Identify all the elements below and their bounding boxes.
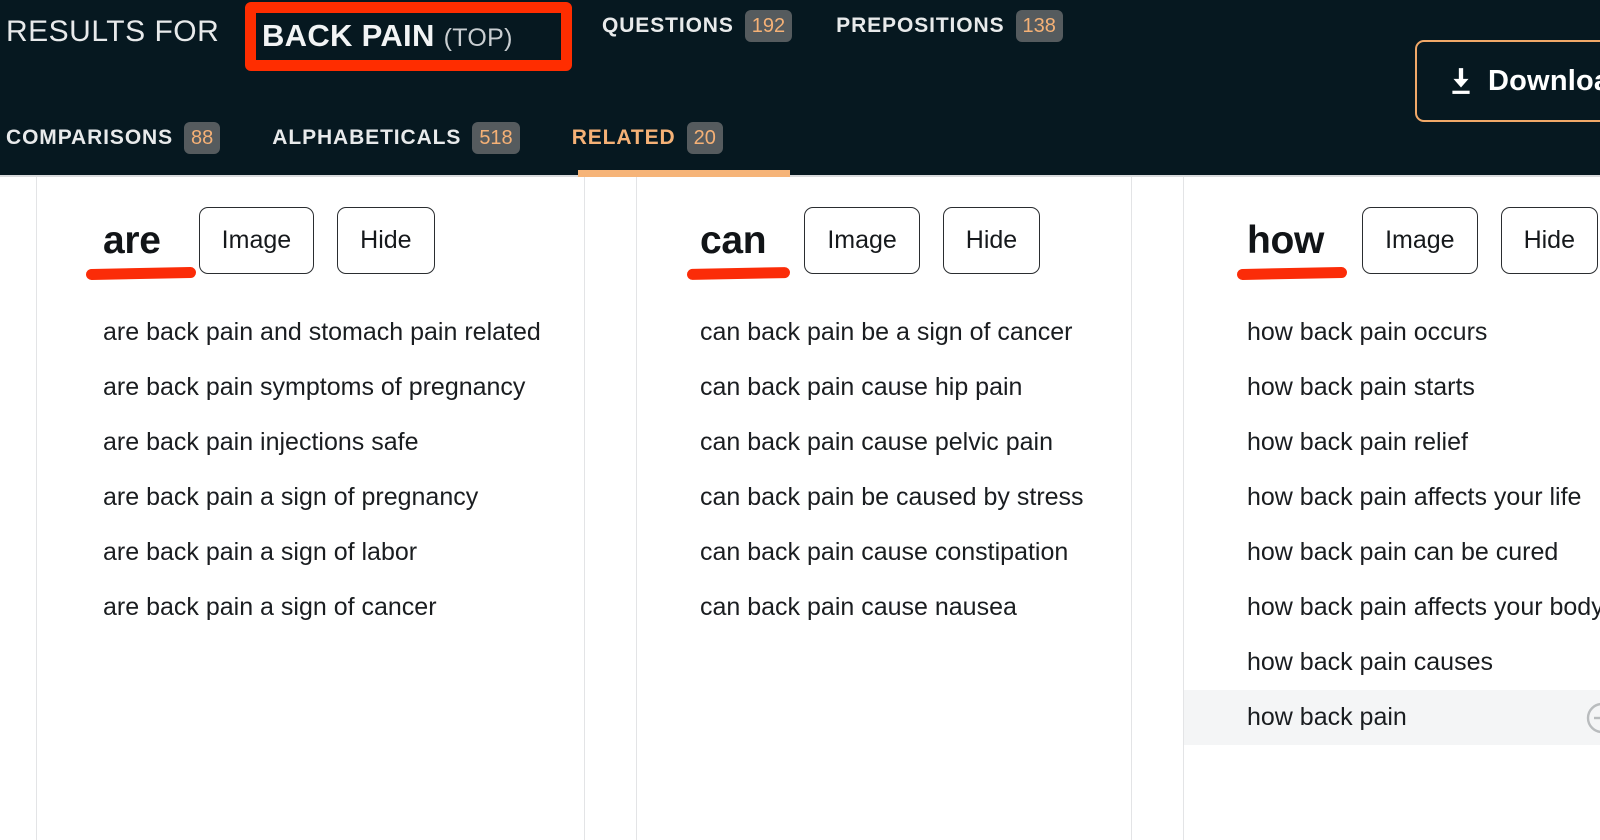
column-divider-1 xyxy=(584,175,637,840)
list-item[interactable]: how back pain starts xyxy=(1184,360,1600,415)
column-how-hide-button[interactable]: Hide xyxy=(1501,207,1598,274)
list-item[interactable]: are back pain a sign of pregnancy xyxy=(37,470,584,525)
column-can-red-underline xyxy=(687,267,790,280)
search-term-text: BACK PAIN xyxy=(262,18,435,54)
top-tab-row: QUESTIONS 192 PREPOSITIONS 138 xyxy=(602,6,1063,46)
column-how-title: how xyxy=(1247,221,1324,260)
column-how-title-wrap: how xyxy=(1247,221,1324,260)
column-are-title: are xyxy=(103,221,161,260)
app-root: RESULTS FOR BACK PAIN (TOP) QUESTIONS 19… xyxy=(0,0,1600,840)
download-icon xyxy=(1448,67,1474,95)
tab-prepositions-badge: 138 xyxy=(1016,10,1063,42)
list-item[interactable]: how back pain can be cured xyxy=(1184,525,1600,580)
tab-questions[interactable]: QUESTIONS 192 xyxy=(602,6,792,46)
results-for-label: RESULTS FOR xyxy=(6,15,219,49)
list-item[interactable]: how back pain relief xyxy=(1184,415,1600,470)
header-bar: RESULTS FOR BACK PAIN (TOP) QUESTIONS 19… xyxy=(0,0,1600,175)
list-item[interactable]: how back pain xyxy=(1184,690,1600,745)
list-item[interactable]: are back pain symptoms of pregnancy xyxy=(37,360,584,415)
download-button-label: Download xyxy=(1488,65,1600,98)
list-item[interactable]: how back pain affects your body xyxy=(1184,580,1600,635)
tab-alphabeticals-badge: 518 xyxy=(472,122,519,154)
column-are-image-button[interactable]: Image xyxy=(199,207,314,274)
tab-comparisons-label: COMPARISONS xyxy=(6,126,173,150)
list-item[interactable]: are back pain a sign of cancer xyxy=(37,580,584,635)
column-can-image-button[interactable]: Image xyxy=(804,207,919,274)
list-item[interactable]: are back pain injections safe xyxy=(37,415,584,470)
list-item[interactable]: can back pain be caused by stress xyxy=(637,470,1131,525)
list-item[interactable]: can back pain be a sign of cancer xyxy=(637,305,1131,360)
column-how-image-button[interactable]: Image xyxy=(1362,207,1477,274)
tab-alphabeticals-label: ALPHABETICALS xyxy=(272,126,461,150)
tab-alphabeticals[interactable]: ALPHABETICALS 518 xyxy=(272,118,519,158)
tab-prepositions-label: PREPOSITIONS xyxy=(836,14,1004,38)
column-are-title-wrap: are xyxy=(103,221,161,260)
minus-circle-icon[interactable] xyxy=(1585,701,1600,735)
list-item[interactable]: how back pain causes xyxy=(1184,635,1600,690)
column-can-title-wrap: can xyxy=(700,221,766,260)
list-item[interactable]: can back pain cause constipation xyxy=(637,525,1131,580)
tab-questions-badge: 192 xyxy=(745,10,792,42)
column-how-list: how back pain occurs how back pain start… xyxy=(1184,305,1600,745)
column-can: can Image Hide can back pain be a sign o… xyxy=(637,175,1131,840)
tab-related[interactable]: RELATED 20 xyxy=(572,118,723,158)
column-can-list: can back pain be a sign of cancer can ba… xyxy=(637,305,1131,635)
list-item[interactable]: can back pain cause hip pain xyxy=(637,360,1131,415)
left-gutter xyxy=(0,175,37,840)
results-columns: are Image Hide are back pain and stomach… xyxy=(0,175,1600,840)
column-can-title: can xyxy=(700,221,766,260)
list-item-label: how back pain xyxy=(1247,703,1407,731)
download-button[interactable]: Download xyxy=(1415,40,1600,122)
bottom-tab-row: COMPARISONS 88 ALPHABETICALS 518 RELATED… xyxy=(6,118,723,158)
header-divider xyxy=(0,175,1600,177)
list-item[interactable]: can back pain cause pelvic pain xyxy=(637,415,1131,470)
tab-related-label: RELATED xyxy=(572,126,676,150)
column-are-red-underline xyxy=(86,266,196,279)
list-item[interactable]: how back pain occurs xyxy=(1184,305,1600,360)
tab-comparisons[interactable]: COMPARISONS 88 xyxy=(6,118,220,158)
list-item[interactable]: are back pain and stomach pain related xyxy=(37,305,584,360)
list-item[interactable]: can back pain cause nausea xyxy=(637,580,1131,635)
tab-comparisons-badge: 88 xyxy=(184,122,220,154)
column-are-hide-button[interactable]: Hide xyxy=(337,207,434,274)
tab-questions-label: QUESTIONS xyxy=(602,14,734,38)
column-how: how Image Hide how back pain occurs how … xyxy=(1184,175,1600,840)
search-term-suffix: (TOP) xyxy=(444,24,513,53)
column-how-header: how Image Hide xyxy=(1184,175,1600,305)
active-tab-underline xyxy=(578,170,790,177)
list-item[interactable]: how back pain affects your life xyxy=(1184,470,1600,525)
search-term: BACK PAIN (TOP) xyxy=(262,18,513,54)
column-how-red-underline xyxy=(1237,266,1347,279)
column-are-list: are back pain and stomach pain related a… xyxy=(37,305,584,635)
tab-related-badge: 20 xyxy=(687,122,723,154)
column-can-hide-button[interactable]: Hide xyxy=(943,207,1040,274)
column-are-header: are Image Hide xyxy=(37,175,584,305)
column-divider-2 xyxy=(1131,175,1184,840)
column-are: are Image Hide are back pain and stomach… xyxy=(37,175,584,840)
column-can-header: can Image Hide xyxy=(637,175,1131,305)
tab-prepositions[interactable]: PREPOSITIONS 138 xyxy=(836,6,1063,46)
list-item[interactable]: are back pain a sign of labor xyxy=(37,525,584,580)
